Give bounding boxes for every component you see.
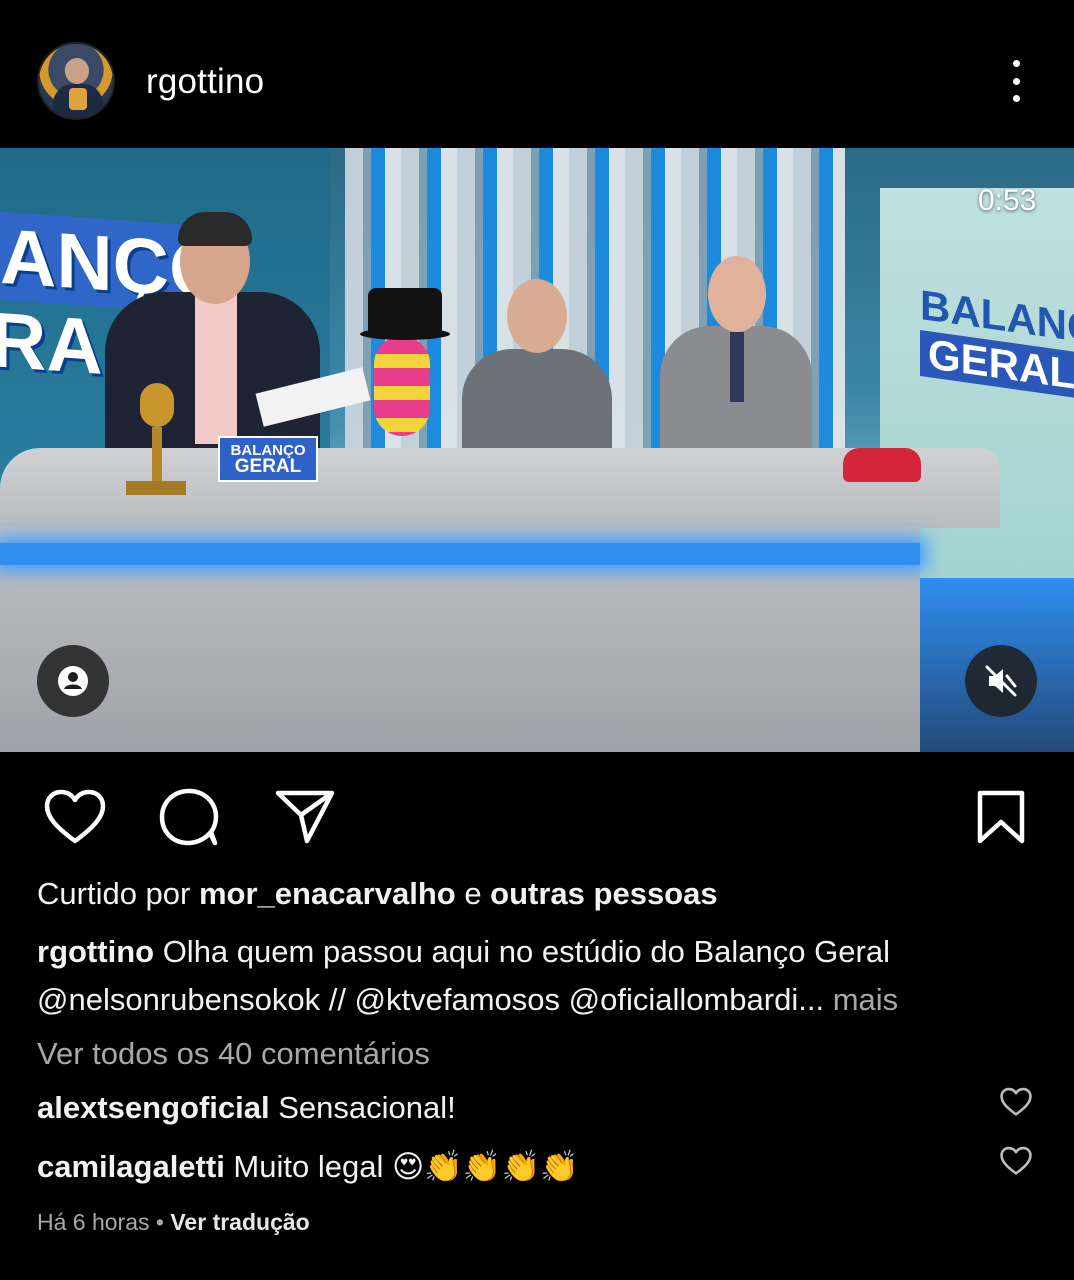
muted-speaker-icon[interactable]	[965, 645, 1037, 717]
golden-microphone-trophy	[126, 383, 186, 495]
comment-text: Muito legal 😍👏👏👏👏	[224, 1149, 579, 1184]
avatar-microphone	[69, 88, 87, 110]
see-translation-link[interactable]: Ver tradução	[170, 1209, 309, 1235]
host-center	[462, 273, 612, 463]
profile-avatar[interactable]	[37, 42, 115, 120]
comment-like-heart-icon[interactable]	[998, 1143, 1034, 1179]
host-left	[105, 208, 320, 468]
video-timer: 0:53	[978, 184, 1037, 217]
liked-by-others[interactable]: outras pessoas	[490, 876, 717, 911]
avatar-face	[65, 58, 89, 84]
post-actions-bar	[0, 752, 1074, 872]
bookmark-icon[interactable]	[966, 782, 1036, 852]
desk-logo-sign: BALANÇO GERAL	[218, 436, 318, 482]
comment-item: camilagaletti Muito legal 😍👏👏👏👏	[37, 1148, 579, 1185]
likes-summary[interactable]: Curtido por mor_enacarvalho e outras pes…	[37, 876, 718, 912]
liked-by-user[interactable]: mor_enacarvalho	[199, 876, 456, 911]
caption-username[interactable]: rgottino	[37, 934, 154, 969]
comment-username[interactable]: camilagaletti	[37, 1149, 225, 1184]
comment-item: alextsengoficial Sensacional!	[37, 1090, 456, 1126]
post-header: rgottino	[0, 0, 1074, 148]
heart-icon[interactable]	[40, 782, 110, 852]
guest-right	[660, 256, 812, 456]
comment-username[interactable]: alextsengoficial	[37, 1090, 270, 1125]
puppet-figure	[360, 288, 450, 438]
post-video[interactable]: ANÇO RA BALANÇO GERAL BALANÇO GERAL 0:53	[0, 148, 1074, 752]
post-username[interactable]: rgottino	[146, 62, 264, 102]
comment-like-heart-icon[interactable]	[998, 1084, 1034, 1120]
comment-text: Sensacional!	[269, 1090, 456, 1125]
post-caption: rgottino Olha quem passou aqui no estúdi…	[37, 928, 1037, 1024]
caption-text: Olha quem passou aqui no estúdio do Bala…	[37, 934, 890, 1017]
comment-icon[interactable]	[154, 782, 224, 852]
more-vertical-icon[interactable]	[996, 56, 1036, 106]
caption-more-link[interactable]: mais	[824, 982, 898, 1017]
send-icon[interactable]	[270, 782, 340, 852]
view-all-comments-link[interactable]: Ver todos os 40 comentários	[37, 1036, 430, 1072]
post-timestamp: Há 6 horas	[37, 1209, 150, 1235]
post-meta: Há 6 horas • Ver tradução	[37, 1209, 310, 1235]
red-telephone	[843, 448, 921, 482]
person-tag-icon[interactable]	[37, 645, 109, 717]
desk-light-strip	[0, 543, 920, 565]
